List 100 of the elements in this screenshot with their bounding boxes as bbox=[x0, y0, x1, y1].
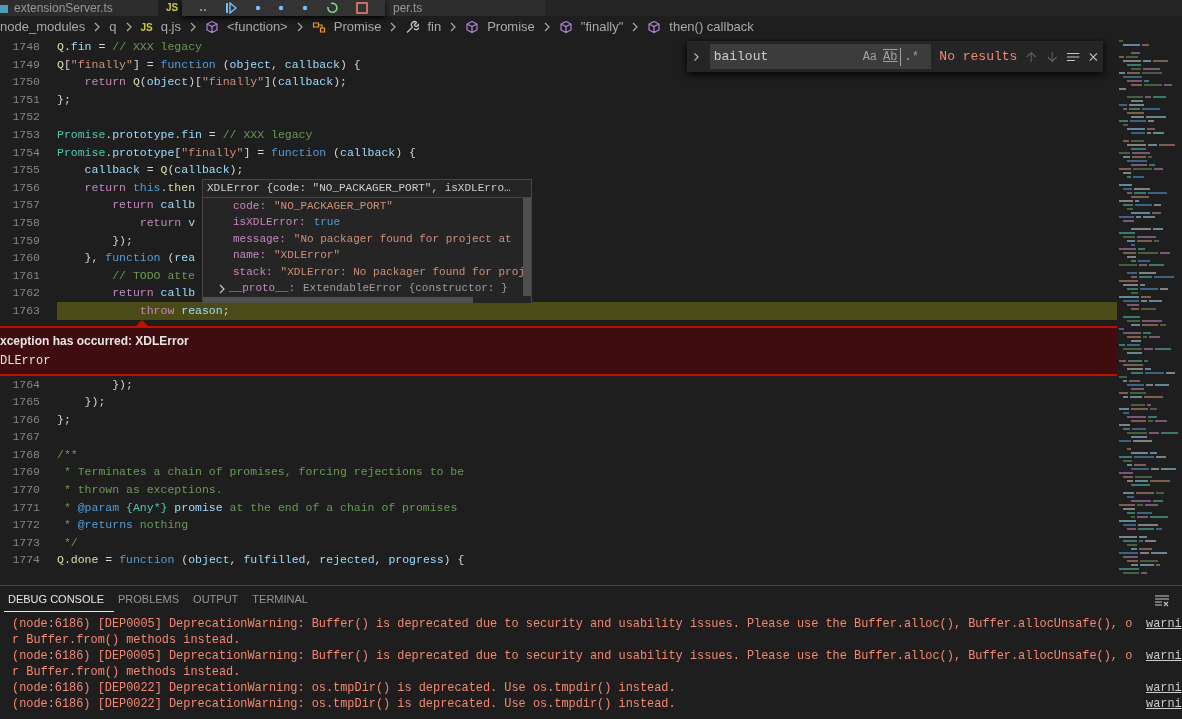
panel-tab[interactable]: TERMINAL bbox=[248, 590, 318, 612]
file-icon bbox=[0, 2, 10, 14]
line-number: 1748 bbox=[11, 39, 40, 55]
chevron-icon bbox=[449, 21, 458, 33]
chevron-icon bbox=[542, 21, 551, 33]
line-number: 1766 bbox=[11, 411, 40, 428]
chevron-icon bbox=[93, 21, 102, 33]
line-number: 1773 bbox=[11, 534, 40, 551]
restart-icon[interactable] bbox=[326, 2, 339, 14]
lines-icon[interactable] bbox=[1066, 50, 1081, 63]
code-line: Q.fin = // XXX legacy bbox=[57, 39, 202, 55]
breadcrumb-item[interactable]: q bbox=[109, 17, 117, 37]
cube-icon bbox=[205, 20, 219, 34]
panel-tab[interactable]: PROBLEMS bbox=[113, 590, 190, 612]
code-line: return callb bbox=[111, 197, 196, 214]
dot-icon[interactable] bbox=[254, 5, 261, 11]
code-line: }, function (rea bbox=[83, 250, 196, 267]
find-field[interactable]: bailout Aa Ab .* bbox=[709, 44, 932, 69]
code-line: Promise.prototype["finally"] = function (callback) { bbox=[57, 144, 416, 161]
code-line: Q["finally"] = function (object, callback) { bbox=[57, 56, 361, 73]
code-line: * Terminates a chain of promises, forcing rejections to be bbox=[62, 464, 465, 481]
chevron-icon bbox=[295, 21, 304, 33]
file-type-label: JS bbox=[140, 20, 153, 35]
breadcrumb-item[interactable]: node_modules bbox=[0, 17, 86, 37]
continue-icon[interactable] bbox=[224, 2, 237, 14]
source-link[interactable]: warni bbox=[1146, 648, 1182, 680]
property-name: __proto__: bbox=[229, 281, 295, 297]
panel-tab[interactable]: OUTPUT bbox=[189, 590, 249, 612]
property-name: isXDLError: bbox=[233, 215, 306, 231]
line-number: 1753 bbox=[11, 126, 40, 143]
scrollbar[interactable] bbox=[523, 197, 531, 296]
dot-icon[interactable] bbox=[278, 5, 285, 11]
line-number: 1760 bbox=[11, 250, 40, 267]
chevron-icon bbox=[389, 21, 398, 33]
line-number: 1768 bbox=[11, 446, 40, 463]
match-case-toggle[interactable]: Aa bbox=[859, 47, 881, 66]
editor-tab[interactable]: extensionServer.ts bbox=[0, 0, 158, 16]
breadcrumb-item[interactable]: Promise bbox=[487, 17, 535, 37]
hover-title: XDLError {code: "NO_PACKAGER_PORT", isXDLErro… bbox=[203, 179, 531, 198]
panel-tab[interactable]: DEBUG CONSOLE bbox=[4, 590, 114, 612]
code-line: return v bbox=[138, 214, 196, 231]
line-number: 1757 bbox=[11, 197, 40, 214]
property-name: code: bbox=[233, 198, 266, 214]
code-line: Promise.prototype.fin = // XXX legacy bbox=[57, 126, 313, 143]
source-link[interactable]: warni bbox=[1146, 680, 1182, 696]
scrollbar[interactable] bbox=[203, 296, 473, 303]
breadcrumb-item[interactable]: <function> bbox=[227, 17, 288, 37]
code-line: /** bbox=[57, 446, 78, 463]
console-message: (node:6186) [DEP0005] DeprecationWarning: Buffer() is deprecated due to security and usability issues. Please use the Buffer.alloc(), Buffer.allocUnsafe(), o r Buffer.from() methods instead. bbox=[12, 616, 1134, 648]
line-number: 1754 bbox=[11, 144, 40, 161]
line-number: 1764 bbox=[11, 376, 40, 393]
dot-icon[interactable] bbox=[302, 5, 309, 11]
breadcrumb-item[interactable]: then() callback bbox=[669, 17, 754, 37]
line-number: 1772 bbox=[11, 517, 40, 534]
property-value: "No packager found for project at bbox=[293, 231, 512, 247]
code-line: }; bbox=[57, 411, 71, 428]
breadcrumb-item[interactable]: Promise bbox=[333, 17, 382, 37]
line-number: 1751 bbox=[11, 91, 40, 108]
source-link[interactable]: warni bbox=[1146, 696, 1182, 712]
line-number: 1771 bbox=[11, 499, 40, 516]
class-icon bbox=[311, 20, 326, 34]
exception-detail: DLError bbox=[0, 352, 52, 370]
line-number: 1752 bbox=[11, 109, 40, 126]
editor-tab[interactable]: JS bbox=[158, 0, 182, 16]
exception-title: xception has occurred: XDLError bbox=[0, 332, 190, 350]
code-line: * @param {Any*} promise at the end of a chain of promises bbox=[62, 499, 458, 516]
line-number: 1750 bbox=[11, 74, 40, 91]
code-line: // TODO atte bbox=[111, 267, 196, 284]
line-number: 1767 bbox=[11, 429, 40, 446]
whole-word-toggle[interactable]: Ab bbox=[880, 47, 902, 66]
breadcrumb-item[interactable]: fin bbox=[427, 17, 442, 37]
cube-icon bbox=[558, 20, 573, 34]
code-line: return this.then bbox=[83, 179, 196, 196]
source-link[interactable]: warni bbox=[1146, 616, 1182, 648]
code-line: }); bbox=[111, 376, 133, 393]
line-number: 1761 bbox=[11, 267, 40, 284]
property-value: ExtendableError {constructor: } bbox=[303, 281, 508, 297]
property-name: message: bbox=[233, 231, 286, 247]
editor-tab[interactable]: per.ts bbox=[385, 0, 545, 16]
line-number: 1756 bbox=[11, 179, 40, 196]
breadcrumb-item[interactable]: q.js bbox=[160, 17, 181, 37]
clear-console-icon[interactable] bbox=[1154, 594, 1170, 608]
line-number: 1762 bbox=[11, 285, 40, 302]
line-number: 1774 bbox=[11, 552, 40, 569]
property-name: name: bbox=[233, 248, 266, 264]
cube-icon bbox=[465, 20, 480, 34]
console-message: (node:6186) [DEP0022] DeprecationWarning: os.tmpDir() is deprecated. Use os.tmpdir() instead. bbox=[12, 696, 677, 712]
line-number: 1755 bbox=[11, 162, 40, 179]
file-type-label: JS bbox=[166, 1, 179, 15]
property-value: "XDLError: No packager found for proj bbox=[280, 264, 525, 280]
stop-icon[interactable] bbox=[356, 2, 368, 14]
cube-icon bbox=[647, 20, 662, 34]
close-icon[interactable] bbox=[1088, 50, 1099, 63]
line-number: 1770 bbox=[11, 482, 40, 499]
property-value: "NO_PACKAGER_PORT" bbox=[274, 198, 393, 214]
breadcrumb-item[interactable]: "finally" bbox=[580, 17, 624, 37]
code-line: return Q(object)["finally"](callback); bbox=[83, 74, 347, 91]
regex-toggle[interactable]: .* bbox=[901, 47, 922, 66]
code-line: }; bbox=[57, 91, 71, 108]
chevron-icon bbox=[124, 21, 133, 33]
